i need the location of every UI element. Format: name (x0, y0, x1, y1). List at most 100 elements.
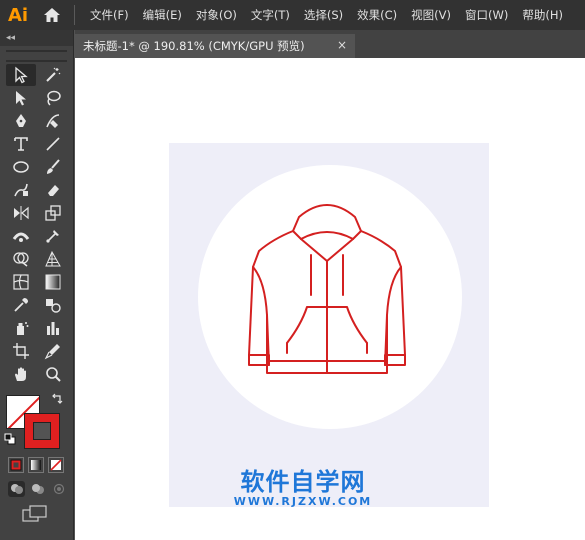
panel-collapse-button[interactable]: ◂◂ (0, 30, 73, 46)
slice-tool-icon (44, 344, 60, 360)
draw-behind-button[interactable] (29, 481, 46, 497)
puppet-warp-icon (46, 230, 59, 243)
draw-normal-button[interactable] (8, 481, 25, 497)
menu-select[interactable]: 选择(S) (297, 0, 350, 30)
stroke-swatch-hole (33, 422, 51, 440)
artboard[interactable] (169, 143, 489, 507)
lasso-icon (47, 90, 61, 106)
watermark: 软件自学网 WWW.RJZXW.COM (228, 468, 378, 508)
type-tool-icon (14, 137, 28, 151)
perspective-grid-tool[interactable] (38, 248, 68, 270)
draw-inside-icon (53, 483, 64, 495)
draw-normal-icon (10, 484, 23, 494)
line-segment-icon (46, 137, 60, 151)
menu-view[interactable]: 视图(V) (404, 0, 458, 30)
zoom-tool-icon (46, 367, 61, 382)
reflect-tool[interactable] (6, 202, 36, 224)
home-button[interactable] (36, 0, 68, 30)
slice-tool[interactable] (38, 340, 68, 362)
color-mode-icon (10, 459, 22, 471)
menu-help[interactable]: 帮助(H) (515, 0, 570, 30)
ellipse-tool-icon (13, 161, 29, 173)
shape-builder-icon (13, 252, 29, 267)
none-button[interactable] (48, 457, 64, 473)
mesh-tool[interactable] (6, 271, 36, 293)
gradient-button[interactable] (28, 457, 44, 473)
color-button[interactable] (8, 457, 24, 473)
menu-object[interactable]: 对象(O) (189, 0, 244, 30)
fill-stroke-area (0, 391, 74, 449)
scale-tool[interactable] (38, 202, 68, 224)
gradient-tool[interactable] (38, 271, 68, 293)
selection-tool-icon (15, 66, 28, 84)
eraser-tool[interactable] (38, 179, 68, 201)
watermark-title: 软件自学网 (240, 468, 366, 496)
artboard-tool[interactable] (6, 340, 36, 362)
panel-grip[interactable] (6, 50, 67, 62)
curvature-tool-icon (46, 114, 60, 128)
none-mode-icon (50, 459, 62, 471)
symbol-sprayer-tool[interactable] (6, 317, 36, 339)
scale-tool-icon (45, 205, 61, 221)
tools-panel: ◂◂ (0, 30, 74, 540)
magic-wand-icon (46, 67, 61, 82)
illustrator-window: Ai 文件(F) 编辑(E) 对象(O) 文字(T) 选择(S) 效果(C) 视… (0, 0, 585, 540)
shape-builder-tool[interactable] (6, 248, 36, 270)
hand-tool-icon (15, 367, 26, 381)
type-tool[interactable] (6, 133, 36, 155)
color-mode-row (0, 447, 73, 473)
document-tab-title: 未标题-1* @ 190.81% (CMYK/GPU 预览) (83, 39, 305, 53)
draw-inside-button[interactable] (50, 481, 67, 497)
curvature-tool[interactable] (38, 110, 68, 132)
paintbrush-icon (47, 159, 60, 174)
paintbrush-tool[interactable] (38, 156, 68, 178)
home-icon (44, 8, 60, 22)
swap-fill-stroke-icon[interactable] (50, 393, 64, 407)
selection-tool[interactable] (6, 64, 36, 86)
tool-grid (0, 62, 73, 387)
menu-type[interactable]: 文字(T) (244, 0, 297, 30)
eyedropper-tool[interactable] (6, 294, 36, 316)
default-colors-icon[interactable] (4, 433, 16, 445)
eraser-icon (48, 185, 59, 196)
hand-tool[interactable] (6, 363, 36, 385)
menu-edit[interactable]: 编辑(E) (136, 0, 189, 30)
reflect-tool-icon (14, 206, 29, 220)
document-tab[interactable]: 未标题-1* @ 190.81% (CMYK/GPU 预览) × (75, 34, 355, 58)
close-tab-icon[interactable]: × (337, 38, 347, 52)
width-tool[interactable] (6, 225, 36, 247)
line-segment-tool[interactable] (38, 133, 68, 155)
stroke-swatch[interactable] (24, 413, 60, 449)
menu-file[interactable]: 文件(F) (83, 0, 136, 30)
zoom-tool[interactable] (38, 363, 68, 385)
draw-behind-icon (31, 484, 44, 494)
blend-tool[interactable] (38, 294, 68, 316)
column-graph-icon (47, 322, 59, 335)
screen-mode-icon[interactable] (22, 505, 48, 523)
magic-wand-tool[interactable] (38, 64, 68, 86)
direct-selection-tool[interactable] (6, 87, 36, 109)
gradient-mode-icon (31, 460, 41, 470)
menu-separator (74, 5, 75, 25)
draw-mode-row (0, 473, 73, 497)
menu-window[interactable]: 窗口(W) (458, 0, 515, 30)
shaper-tool-icon (14, 183, 28, 197)
ellipse-tool[interactable] (6, 156, 36, 178)
watermark-url: WWW.RJZXW.COM (233, 495, 373, 508)
canvas-area[interactable]: 软件自学网 WWW.RJZXW.COM (75, 58, 585, 540)
puppet-warp-tool[interactable] (38, 225, 68, 247)
menu-effect[interactable]: 效果(C) (350, 0, 404, 30)
shaper-tool[interactable] (6, 179, 36, 201)
perspective-grid-icon (45, 250, 61, 267)
column-graph-tool[interactable] (38, 317, 68, 339)
artboard-tool-icon (13, 343, 29, 359)
gradient-tool-icon (45, 274, 61, 290)
menu-bar: Ai 文件(F) 编辑(E) 对象(O) 文字(T) 选择(S) 效果(C) 视… (0, 0, 585, 30)
document-tab-bar: 未标题-1* @ 190.81% (CMYK/GPU 预览) × (75, 30, 585, 58)
width-tool-icon (12, 232, 30, 242)
eyedropper-icon (14, 298, 28, 312)
symbol-sprayer-icon (17, 322, 29, 335)
lasso-tool[interactable] (38, 87, 68, 109)
hoodie-artwork[interactable] (227, 195, 431, 399)
pen-tool[interactable] (6, 110, 36, 132)
